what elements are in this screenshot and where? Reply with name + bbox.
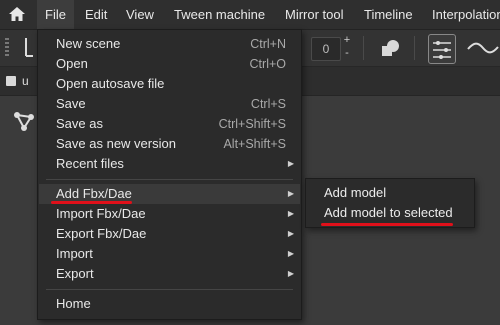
menu-item-label: Export Fbx/Dae [56, 226, 147, 241]
menu-item-save-as[interactable]: Save as Ctrl+Shift+S [39, 114, 300, 134]
menu-item-label: Import [56, 246, 93, 261]
menu-item-label: Save as [56, 116, 103, 131]
tab-u-label: u [22, 74, 29, 88]
submenu-arrow-icon: ▶ [287, 189, 294, 198]
bone-tool-icon[interactable] [22, 34, 36, 60]
annotation-underline [51, 201, 132, 204]
toolbar-divider [363, 36, 364, 60]
submenu-item-add-model[interactable]: Add model [306, 183, 474, 203]
menu-item-label: Open autosave file [56, 76, 165, 91]
menu-item-shortcut: Ctrl+Shift+S [218, 117, 286, 131]
menu-item-shortcut: Alt+Shift+S [223, 137, 286, 151]
menu-mirror-tool[interactable]: Mirror tool [277, 0, 352, 29]
menu-timeline[interactable]: Timeline [356, 0, 421, 29]
shape-tool-icon[interactable] [380, 37, 402, 59]
node-graph-icon[interactable] [12, 110, 36, 132]
menu-item-export-fbx-dae[interactable]: Export Fbx/Dae ▶ [39, 224, 300, 244]
home-icon[interactable] [6, 4, 28, 25]
toolbar-grip-handle[interactable] [5, 38, 9, 58]
menu-item-open[interactable]: Open Ctrl+O [39, 54, 300, 74]
menu-item-shortcut: Ctrl+S [250, 97, 286, 111]
number-stepper[interactable]: + - [341, 34, 353, 62]
submenu-arrow-icon: ▶ [287, 249, 294, 258]
submenu-item-label: Add model to selected [324, 205, 453, 220]
menu-item-label: Import Fbx/Dae [56, 206, 146, 221]
menu-item-import[interactable]: Import ▶ [39, 244, 300, 264]
menu-item-home[interactable]: Home [39, 294, 300, 314]
number-field[interactable]: 0 [311, 37, 341, 61]
toolbar-divider [414, 36, 415, 60]
menu-edit[interactable]: Edit [77, 0, 115, 29]
menu-item-label: Open [56, 56, 88, 71]
menu-item-label: Save as new version [56, 136, 176, 151]
menu-item-recent-files[interactable]: Recent files ▶ [39, 154, 300, 174]
wave-curve-icon[interactable] [466, 38, 500, 58]
file-menu-dropdown: New scene Ctrl+N Open Ctrl+O Open autosa… [37, 29, 302, 320]
curve-editor-button[interactable] [428, 34, 456, 64]
menu-tween-machine[interactable]: Tween machine [166, 0, 273, 29]
submenu-arrow-icon: ▶ [287, 209, 294, 218]
menu-separator [46, 179, 293, 180]
stepper-minus-icon[interactable]: - [341, 47, 353, 60]
menu-item-label: New scene [56, 36, 121, 51]
menu-interpolation[interactable]: Interpolation [424, 0, 500, 29]
menu-item-new-scene[interactable]: New scene Ctrl+N [39, 34, 300, 54]
menu-item-shortcut: Ctrl+N [250, 37, 286, 51]
menu-bar: File Edit View Tween machine Mirror tool… [0, 0, 500, 30]
submenu-item-add-model-to-selected[interactable]: Add model to selected [306, 203, 474, 223]
square-icon [6, 76, 16, 86]
menu-file[interactable]: File [37, 0, 74, 29]
stepper-plus-icon[interactable]: + [341, 34, 353, 47]
submenu-arrow-icon: ▶ [287, 229, 294, 238]
add-fbx-dae-submenu: Add model Add model to selected [305, 178, 475, 228]
menu-view[interactable]: View [118, 0, 162, 29]
tab-u[interactable]: u [6, 74, 29, 88]
menu-separator [46, 289, 293, 290]
submenu-arrow-icon: ▶ [287, 269, 294, 278]
menu-item-shortcut: Ctrl+O [249, 57, 286, 71]
menu-item-label: Home [56, 296, 91, 311]
menu-item-label: Save [56, 96, 86, 111]
menu-item-label: Recent files [56, 156, 124, 171]
menu-item-import-fbx-dae[interactable]: Import Fbx/Dae ▶ [39, 204, 300, 224]
menu-item-label: Export [56, 266, 94, 281]
annotation-underline [321, 223, 453, 226]
submenu-item-label: Add model [324, 185, 387, 200]
menu-item-save[interactable]: Save Ctrl+S [39, 94, 300, 114]
menu-item-export[interactable]: Export ▶ [39, 264, 300, 284]
menu-item-open-autosave[interactable]: Open autosave file [39, 74, 300, 94]
menu-item-save-as-new-version[interactable]: Save as new version Alt+Shift+S [39, 134, 300, 154]
submenu-arrow-icon: ▶ [287, 159, 294, 168]
